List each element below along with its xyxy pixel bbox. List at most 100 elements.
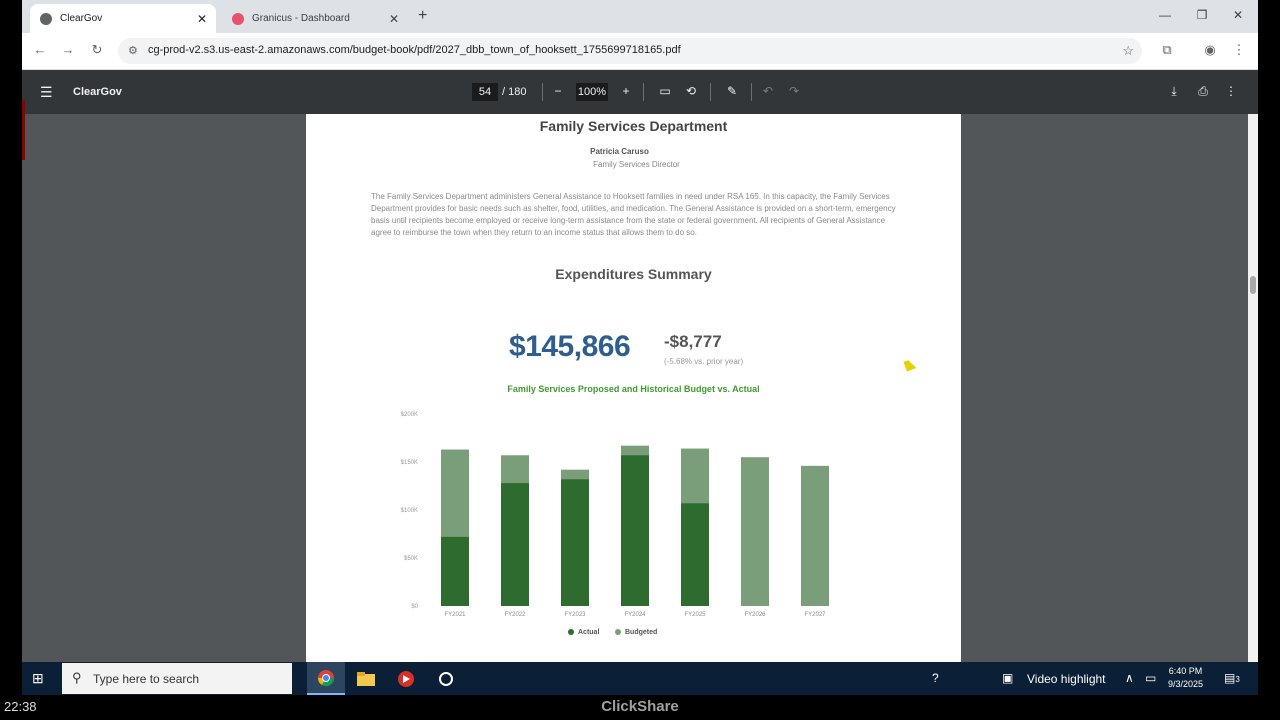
close-tab-icon[interactable]: ✕ xyxy=(386,12,402,26)
legend-budgeted-swatch xyxy=(615,629,621,635)
director-role: Family Services Director xyxy=(593,160,680,169)
omnibox[interactable]: ⚙ cg-prod-v2.s3.us-east-2.amazonaws.com/… xyxy=(118,38,1142,64)
divider xyxy=(751,83,752,101)
director-name: Patricia Caruso xyxy=(590,147,649,156)
bar-actual xyxy=(621,455,649,606)
tab-title: ClearGov xyxy=(60,13,103,24)
tab-cleargov[interactable]: ClearGov ✕ xyxy=(30,4,216,33)
search-placeholder: Type here to search xyxy=(93,672,200,686)
zoom-out-button[interactable]: − xyxy=(549,84,567,98)
taskbar-search[interactable]: ⚲ Type here to search xyxy=(62,663,292,694)
fit-page-icon[interactable]: ▭ xyxy=(656,84,674,98)
screen: ClearGov ✕ Granicus - Dashboard ✕ + — ❐ … xyxy=(22,0,1258,695)
rotate-icon[interactable]: ⟲ xyxy=(682,84,700,98)
tab-granicus[interactable]: Granicus - Dashboard ✕ xyxy=(222,4,408,33)
windows-start-icon[interactable]: ⊞ xyxy=(32,670,44,687)
accent-mark xyxy=(22,100,25,160)
pdf-page: Family Services Department Patricia Caru… xyxy=(306,114,961,662)
app-red-icon[interactable] xyxy=(387,662,425,695)
y-tick-label: $50K xyxy=(404,556,418,562)
browser-menu-icon[interactable]: ⋮ xyxy=(1230,42,1248,58)
divider xyxy=(710,83,711,101)
network-icon[interactable]: ▭ xyxy=(1145,671,1156,685)
pdf-toolbar: ☰ ClearGov 54 / 180 − 100% + ▭ ⟲ ✎ ↶ ↷ ⤓… xyxy=(22,70,1258,114)
x-tick-label: FY2023 xyxy=(564,612,586,618)
taskbar: ⊞ ⚲ Type here to search ? ▣ Video highli… xyxy=(22,662,1258,695)
new-tab-button[interactable]: + xyxy=(418,7,427,25)
redo-icon[interactable]: ↷ xyxy=(785,84,803,98)
budget-bar-chart: $0 $50K $100K $150K $200K FY2021 FY2022 FY2023 F… xyxy=(401,412,829,636)
zoom-in-button[interactable]: + xyxy=(617,84,635,98)
clock[interactable]: 6:40 PM 9/3/2025 xyxy=(1168,665,1203,691)
more-options-icon[interactable]: ⋮ xyxy=(1222,84,1240,98)
bookmark-star-icon[interactable]: ☆ xyxy=(1122,43,1134,59)
video-highlight-label[interactable]: Video highlight xyxy=(1027,672,1106,686)
scrollbar-thumb[interactable] xyxy=(1250,276,1256,294)
url-text[interactable]: cg-prod-v2.s3.us-east-2.amazonaws.com/bu… xyxy=(148,44,681,56)
bar-budgeted xyxy=(741,457,769,606)
x-tick-label: FY2022 xyxy=(504,612,526,618)
pdf-title: ClearGov xyxy=(73,86,122,98)
y-tick-label: $100K xyxy=(401,508,418,514)
notification-count: 3 xyxy=(1235,675,1240,684)
clickshare-brand: ClickShare xyxy=(601,698,679,715)
page-number-input[interactable]: 54 xyxy=(472,83,498,101)
bar-actual xyxy=(681,503,709,606)
show-hidden-icons-icon[interactable]: ∧ xyxy=(1125,671,1134,685)
hamburger-menu-icon[interactable]: ☰ xyxy=(40,84,53,101)
chart-title: Family Services Proposed and Historical … xyxy=(507,384,760,394)
print-icon[interactable]: ⎙ xyxy=(1194,84,1212,99)
chrome-taskbar-icon[interactable] xyxy=(307,662,345,695)
granicus-icon xyxy=(232,12,244,25)
tab-title: Granicus - Dashboard xyxy=(252,13,350,24)
globe-icon xyxy=(40,12,52,25)
y-tick-label: $200K xyxy=(401,412,418,418)
bar-budgeted xyxy=(801,465,829,606)
lens-icon[interactable]: ⧉ xyxy=(1158,42,1176,58)
undo-icon[interactable]: ↶ xyxy=(759,84,777,98)
x-tick-label: FY2025 xyxy=(684,612,706,618)
y-tick-label: $150K xyxy=(401,460,418,466)
tab-bar: ClearGov ✕ Granicus - Dashboard ✕ + — ❐ … xyxy=(22,0,1258,33)
change-amount: -$8,777 xyxy=(664,332,722,351)
bar-actual xyxy=(561,479,589,606)
change-note: (-5.68% vs. prior year) xyxy=(664,357,744,366)
reload-button[interactable]: ↻ xyxy=(88,42,106,58)
department-description: The Family Services Department administe… xyxy=(371,192,896,237)
video-highlight-icon: ▣ xyxy=(1002,671,1014,685)
notifications-icon[interactable]: ▤3 xyxy=(1224,671,1240,685)
divider xyxy=(643,83,644,101)
profile-icon[interactable]: ◉ xyxy=(1201,42,1219,58)
divider xyxy=(542,83,543,101)
close-window-button[interactable]: ✕ xyxy=(1228,8,1248,22)
x-tick-label: FY2021 xyxy=(444,612,466,618)
site-info-icon[interactable]: ⚙ xyxy=(128,44,138,57)
x-tick-label: FY2026 xyxy=(744,612,766,618)
back-button[interactable]: ← xyxy=(31,42,49,57)
scrollbar[interactable] xyxy=(1248,114,1258,662)
clock-date: 9/3/2025 xyxy=(1168,679,1204,689)
close-tab-icon[interactable]: ✕ xyxy=(194,12,210,26)
legend-budgeted-label: Budgeted xyxy=(625,629,657,636)
department-title: Family Services Department xyxy=(539,118,728,134)
clock-time: 6:40 PM xyxy=(1168,666,1203,676)
legend-actual-swatch xyxy=(568,629,574,635)
help-icon[interactable]: ? xyxy=(932,671,939,685)
minimize-button[interactable]: — xyxy=(1155,8,1175,22)
file-explorer-icon[interactable] xyxy=(347,662,385,695)
bar-actual xyxy=(501,483,529,606)
bar-actual xyxy=(441,536,469,606)
cortana-icon[interactable] xyxy=(427,662,465,695)
zoom-input[interactable]: 100% xyxy=(576,83,608,101)
restore-button[interactable]: ❐ xyxy=(1192,8,1212,22)
annotate-icon[interactable]: ✎ xyxy=(723,84,741,98)
legend-actual-label: Actual xyxy=(578,629,599,636)
address-row: ← → ↻ ⚙ cg-prod-v2.s3.us-east-2.amazonaw… xyxy=(22,33,1258,70)
page-total: / 180 xyxy=(502,86,527,98)
forward-button[interactable]: → xyxy=(59,42,77,57)
x-tick-label: FY2027 xyxy=(804,612,826,618)
x-tick-label: FY2024 xyxy=(624,612,646,618)
y-tick-label: $0 xyxy=(411,604,418,610)
expenditures-summary-title: Expenditures Summary xyxy=(555,266,712,282)
download-icon[interactable]: ⤓ xyxy=(1165,84,1183,99)
